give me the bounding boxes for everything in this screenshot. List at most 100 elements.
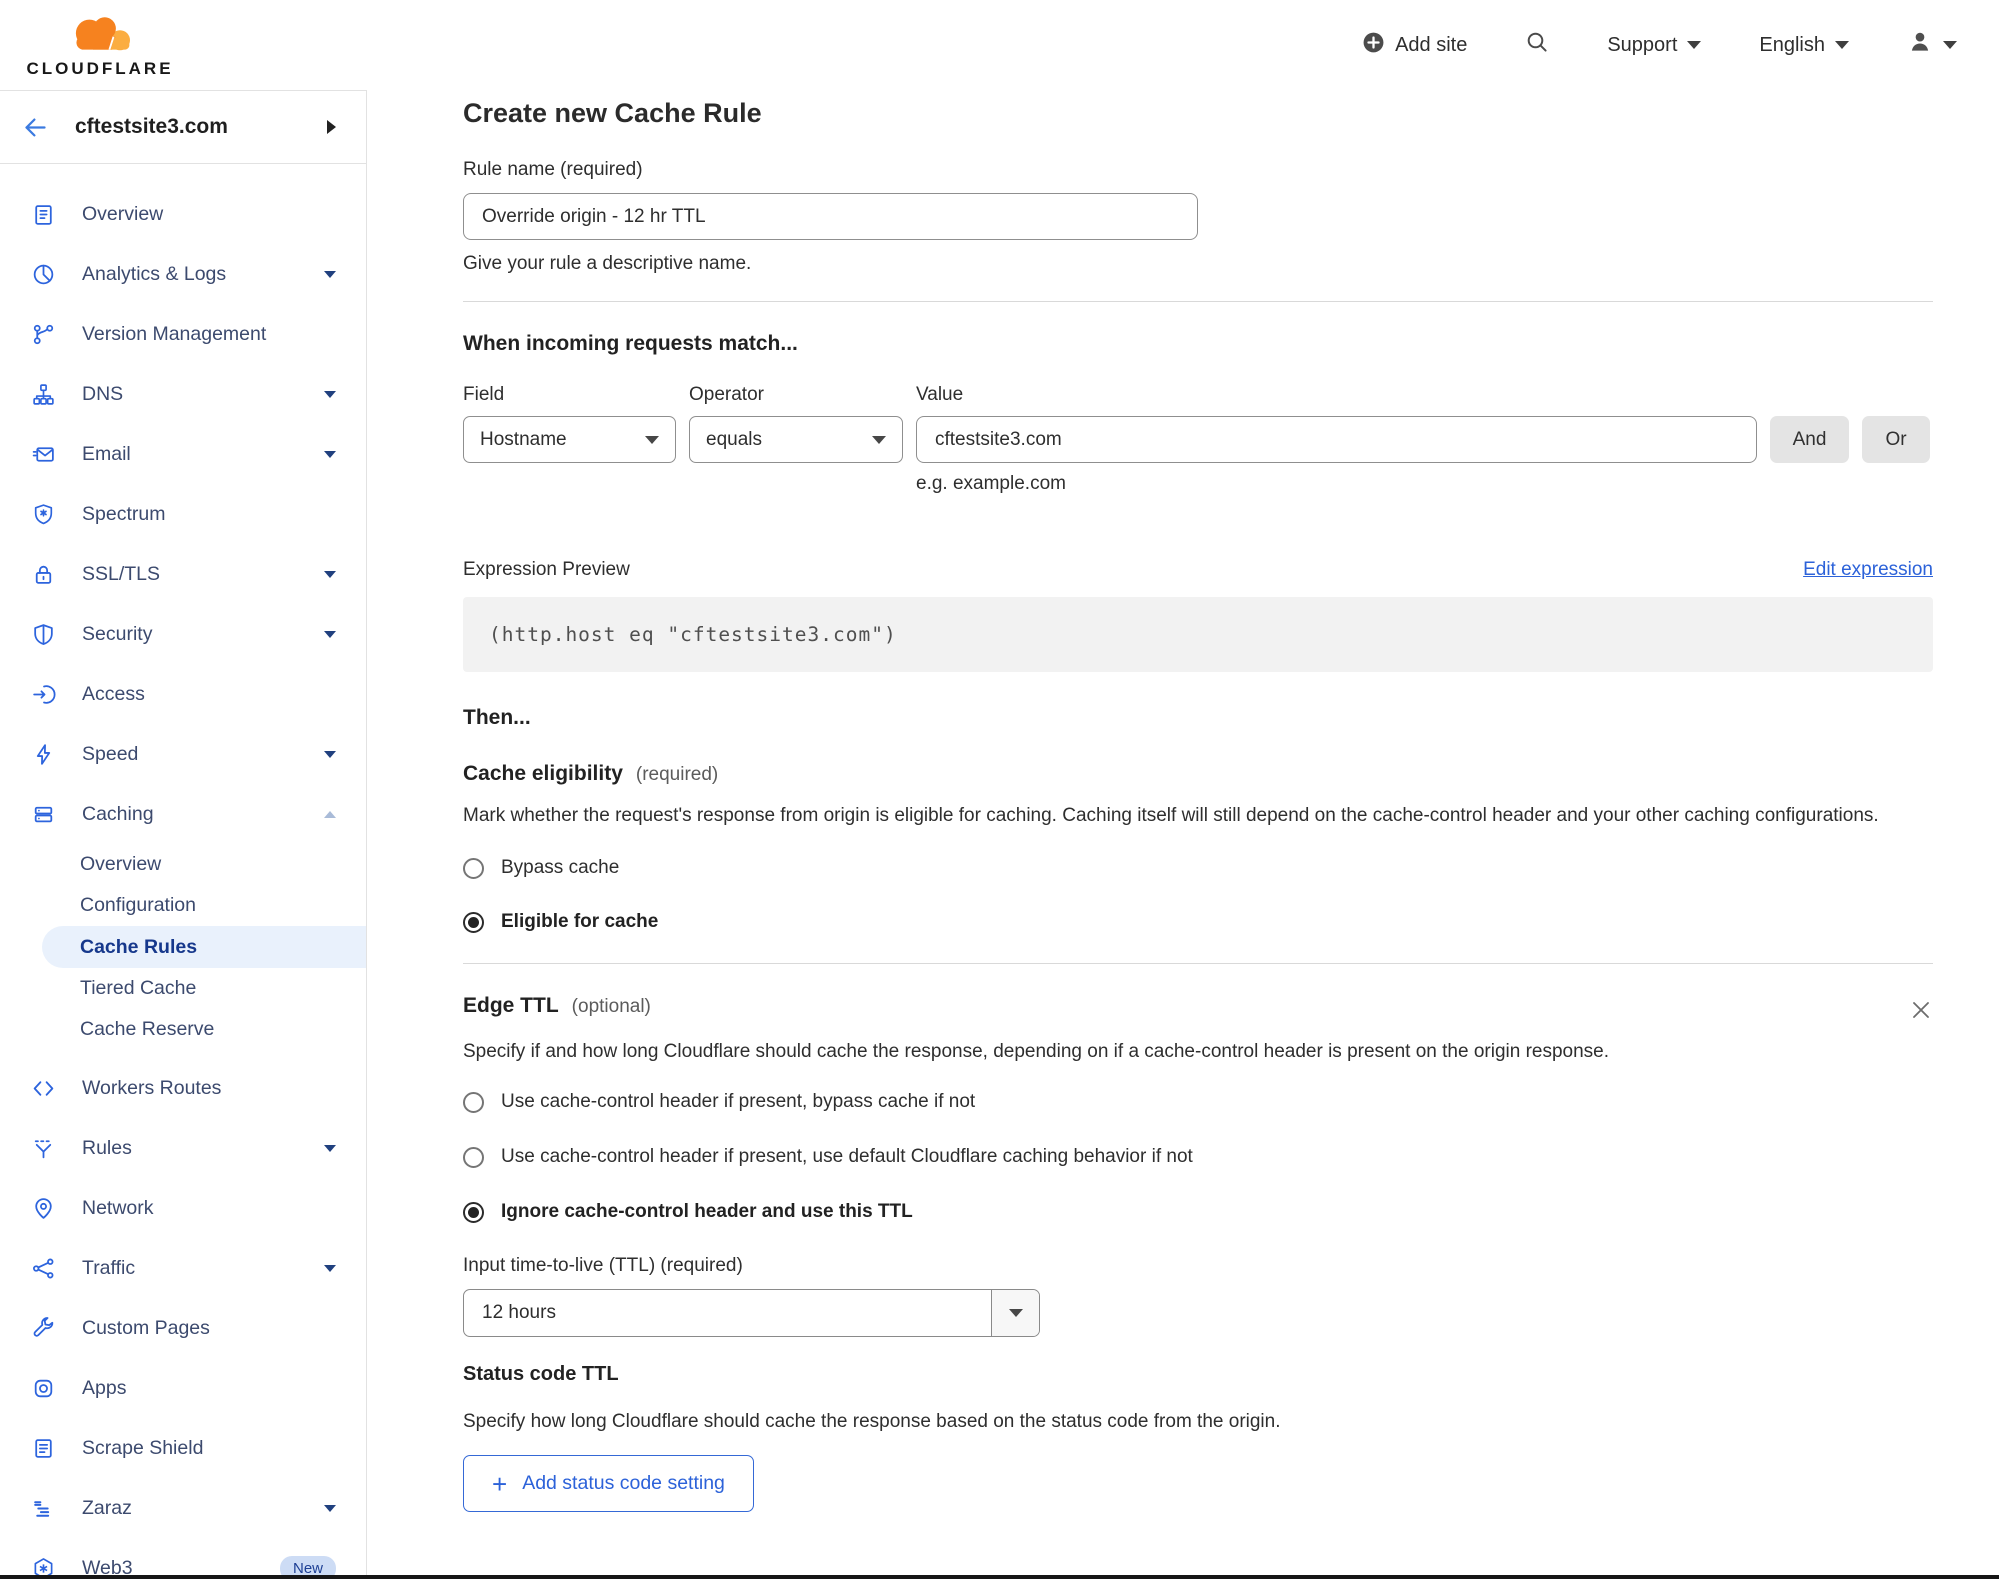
login-arrow-icon [30,681,56,707]
hexagon-star-icon [30,1555,56,1575]
sidebar-nav: Overview Analytics & Logs Version Manage… [0,164,366,1575]
sidebar-item-dns[interactable]: DNS [0,364,366,424]
sidebar-item-caching[interactable]: Caching [0,784,366,844]
sidebar-item-overview[interactable]: Overview [0,184,366,244]
edit-expression-link[interactable]: Edit expression [1803,559,1933,581]
sidebar-item-security[interactable]: Security [0,604,366,664]
chevron-down-icon [324,451,336,458]
expression-code: (http.host eq "cftestsite3.com") [489,623,897,646]
status-code-ttl-heading: Status code TTL [463,1363,1933,1386]
operator-select[interactable]: equals [689,416,903,463]
site-switcher[interactable]: cftestsite3.com [0,91,366,164]
server-stack-icon [30,801,56,827]
sidebar-subitem-tiered-cache[interactable]: Tiered Cache [0,968,366,1009]
value-input[interactable] [916,416,1757,463]
radio-unchecked-icon[interactable] [463,858,484,879]
radio-unchecked-icon[interactable] [463,1092,484,1113]
dropdown-caret-segment[interactable] [991,1290,1039,1336]
sidebar-item-traffic[interactable]: Traffic [0,1238,366,1298]
cloudflare-wordmark: CLOUDFLARE [26,59,173,79]
search-button[interactable] [1525,30,1549,60]
optional-tag: (optional) [572,996,651,1018]
sidebar-subitem-cache-reserve[interactable]: Cache Reserve [0,1009,366,1050]
sidebar-item-ssl-tls[interactable]: SSL/TLS [0,544,366,604]
sidebar-item-access[interactable]: Access [0,664,366,724]
or-button[interactable]: Or [1862,416,1930,463]
code-brackets-icon [30,1075,56,1101]
support-menu[interactable]: Support [1607,34,1701,57]
edge-ttl-description: Specify if and how long Cloudflare shoul… [463,1036,1653,1067]
sidebar-subitem-configuration[interactable]: Configuration [0,885,366,926]
chevron-right-icon[interactable] [327,120,336,134]
git-branch-icon [30,321,56,347]
add-status-code-button[interactable]: + Add status code setting [463,1455,754,1512]
shield-star-icon [30,501,56,527]
match-builder: Field Operator Value Hostname equals And… [463,384,1933,495]
sidebar-item-web3[interactable]: Web3 New [0,1538,366,1575]
sidebar-item-scrape-shield[interactable]: Scrape Shield [0,1418,366,1478]
main-content: Create new Cache Rule Rule name (require… [367,90,1999,1575]
expression-preview-label: Expression Preview [463,559,630,581]
radio-unchecked-icon[interactable] [463,1147,484,1168]
close-icon[interactable] [1909,994,1933,1022]
cloudflare-cloud-icon [61,12,139,57]
sidebar-item-spectrum[interactable]: Spectrum [0,484,366,544]
cache-eligibility-heading: Cache eligibility [463,762,623,786]
shield-icon [30,621,56,647]
cloudflare-logo[interactable]: CLOUDFLARE [20,12,180,79]
rule-name-helper: Give your rule a descriptive name. [463,253,1933,275]
chevron-down-icon [1009,1309,1023,1317]
chevron-down-icon [324,1505,336,1512]
status-code-ttl-description: Specify how long Cloudflare should cache… [463,1406,1933,1437]
ttl-input-label: Input time-to-live (TTL) (required) [463,1255,1933,1277]
chevron-down-icon [872,436,886,444]
ttl-select[interactable]: 12 hours [463,1289,1040,1337]
sidebar-item-analytics-logs[interactable]: Analytics & Logs [0,244,366,304]
user-icon [1907,29,1933,61]
pie-chart-icon [30,261,56,287]
search-icon [1525,30,1549,60]
rule-name-input[interactable] [463,193,1198,240]
wrench-icon [30,1315,56,1341]
padlock-icon [30,561,56,587]
sidebar: cftestsite3.com Overview Analytics & Log… [0,90,367,1575]
page-title: Create new Cache Rule [463,98,1933,129]
language-menu[interactable]: English [1759,34,1849,57]
edge-ttl-option-default[interactable]: Use cache-control header if present, use… [463,1146,1933,1168]
sidebar-item-speed[interactable]: Speed [0,724,366,784]
bypass-cache-option[interactable]: Bypass cache [463,857,1933,879]
back-arrow-icon[interactable] [22,114,49,141]
edge-ttl-option-bypass[interactable]: Use cache-control header if present, byp… [463,1091,1933,1113]
and-button[interactable]: And [1770,416,1849,463]
sidebar-item-apps[interactable]: Apps [0,1358,366,1418]
eligible-for-cache-option[interactable]: Eligible for cache [463,911,1933,933]
sidebar-subitem-caching-overview[interactable]: Overview [0,844,366,885]
header-menu: Add site Support English [1362,29,1957,61]
sidebar-subitem-cache-rules[interactable]: Cache Rules [42,926,366,968]
sidebar-item-custom-pages[interactable]: Custom Pages [0,1298,366,1358]
radio-checked-icon[interactable] [463,1202,484,1223]
location-pin-icon [30,1195,56,1221]
sidebar-item-workers-routes[interactable]: Workers Routes [0,1058,366,1118]
add-site-button[interactable]: Add site [1362,31,1467,60]
chevron-down-icon [1943,41,1957,49]
plus-circle-icon [1362,31,1385,60]
then-heading: Then... [463,706,1933,730]
sidebar-item-zaraz[interactable]: Zaraz [0,1478,366,1538]
edge-ttl-option-ignore[interactable]: Ignore cache-control header and use this… [463,1201,1933,1223]
chevron-down-icon [1835,41,1849,49]
edge-ttl-heading: Edge TTL [463,994,559,1018]
site-name: cftestsite3.com [75,115,327,139]
chevron-down-icon [324,1265,336,1272]
sidebar-item-version-management[interactable]: Version Management [0,304,366,364]
app-box-icon [30,1375,56,1401]
sidebar-item-rules[interactable]: Rules [0,1118,366,1178]
chevron-down-icon [324,391,336,398]
sidebar-item-network[interactable]: Network [0,1178,366,1238]
sidebar-item-email[interactable]: Email [0,424,366,484]
chevron-down-icon [324,1145,336,1152]
field-select[interactable]: Hostname [463,416,676,463]
new-badge: New [280,1556,336,1576]
account-menu[interactable] [1907,29,1957,61]
radio-checked-icon[interactable] [463,912,484,933]
